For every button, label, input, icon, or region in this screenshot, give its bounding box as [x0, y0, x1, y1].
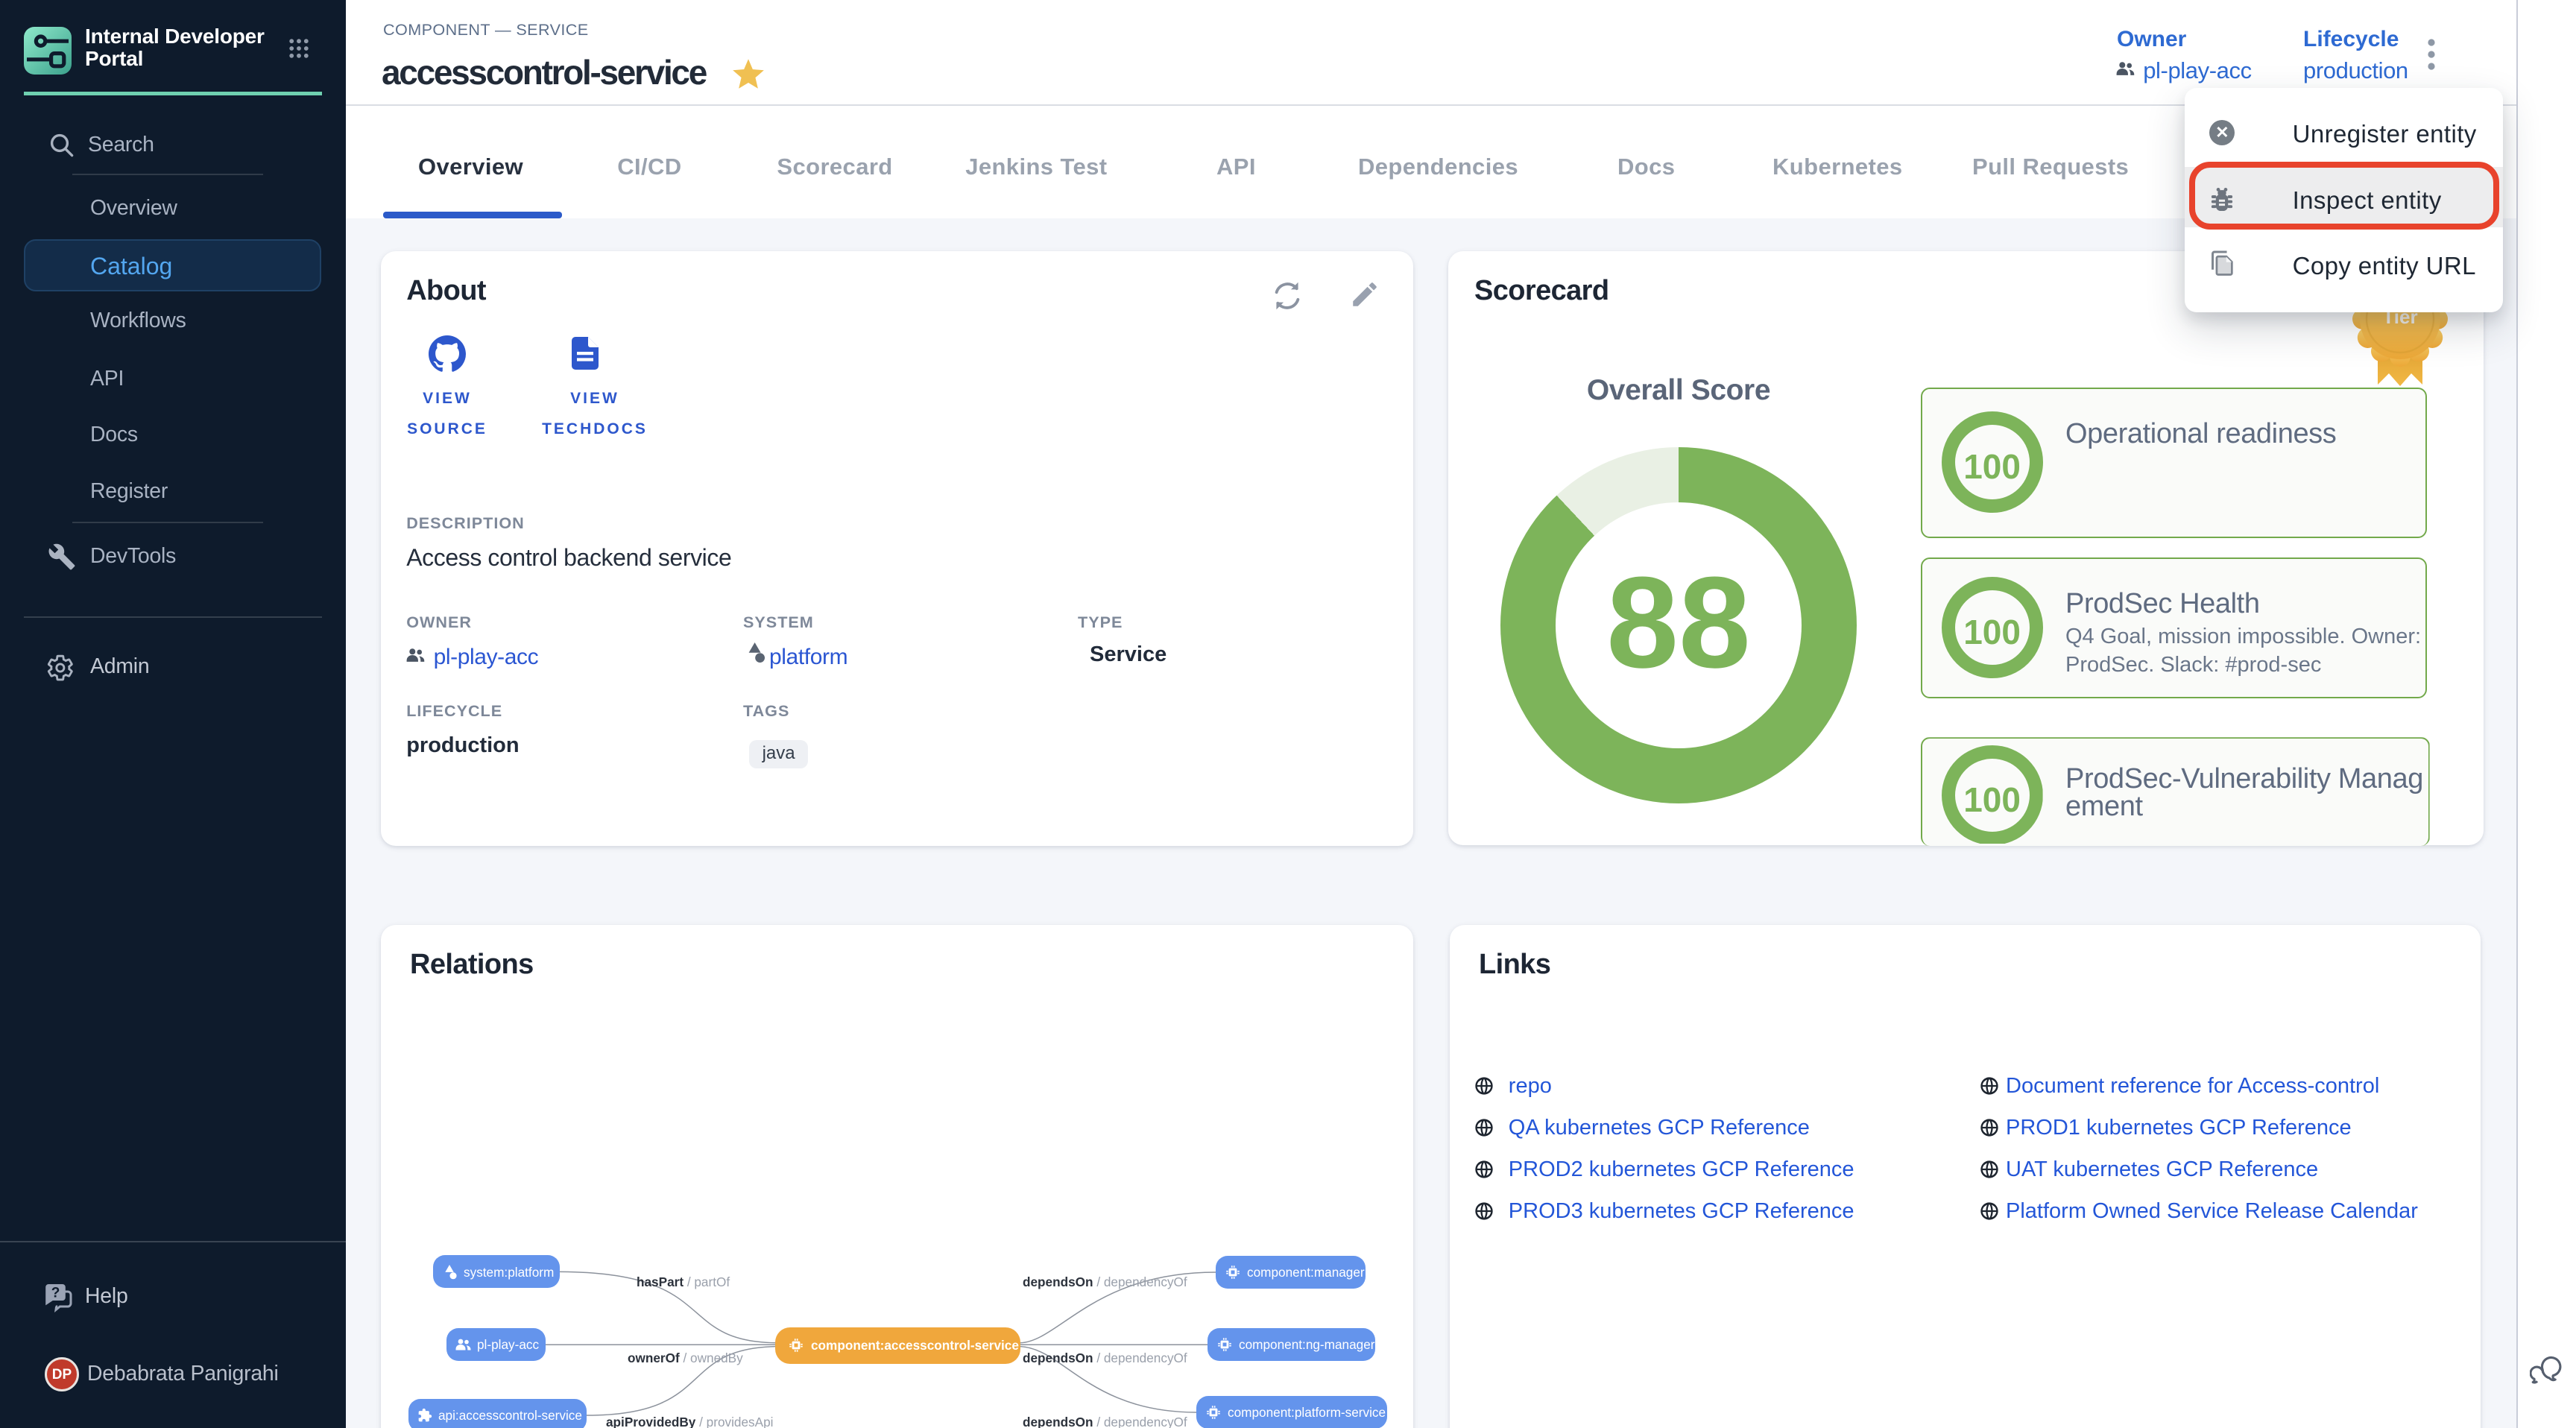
svg-text:?: ? [51, 1286, 60, 1301]
